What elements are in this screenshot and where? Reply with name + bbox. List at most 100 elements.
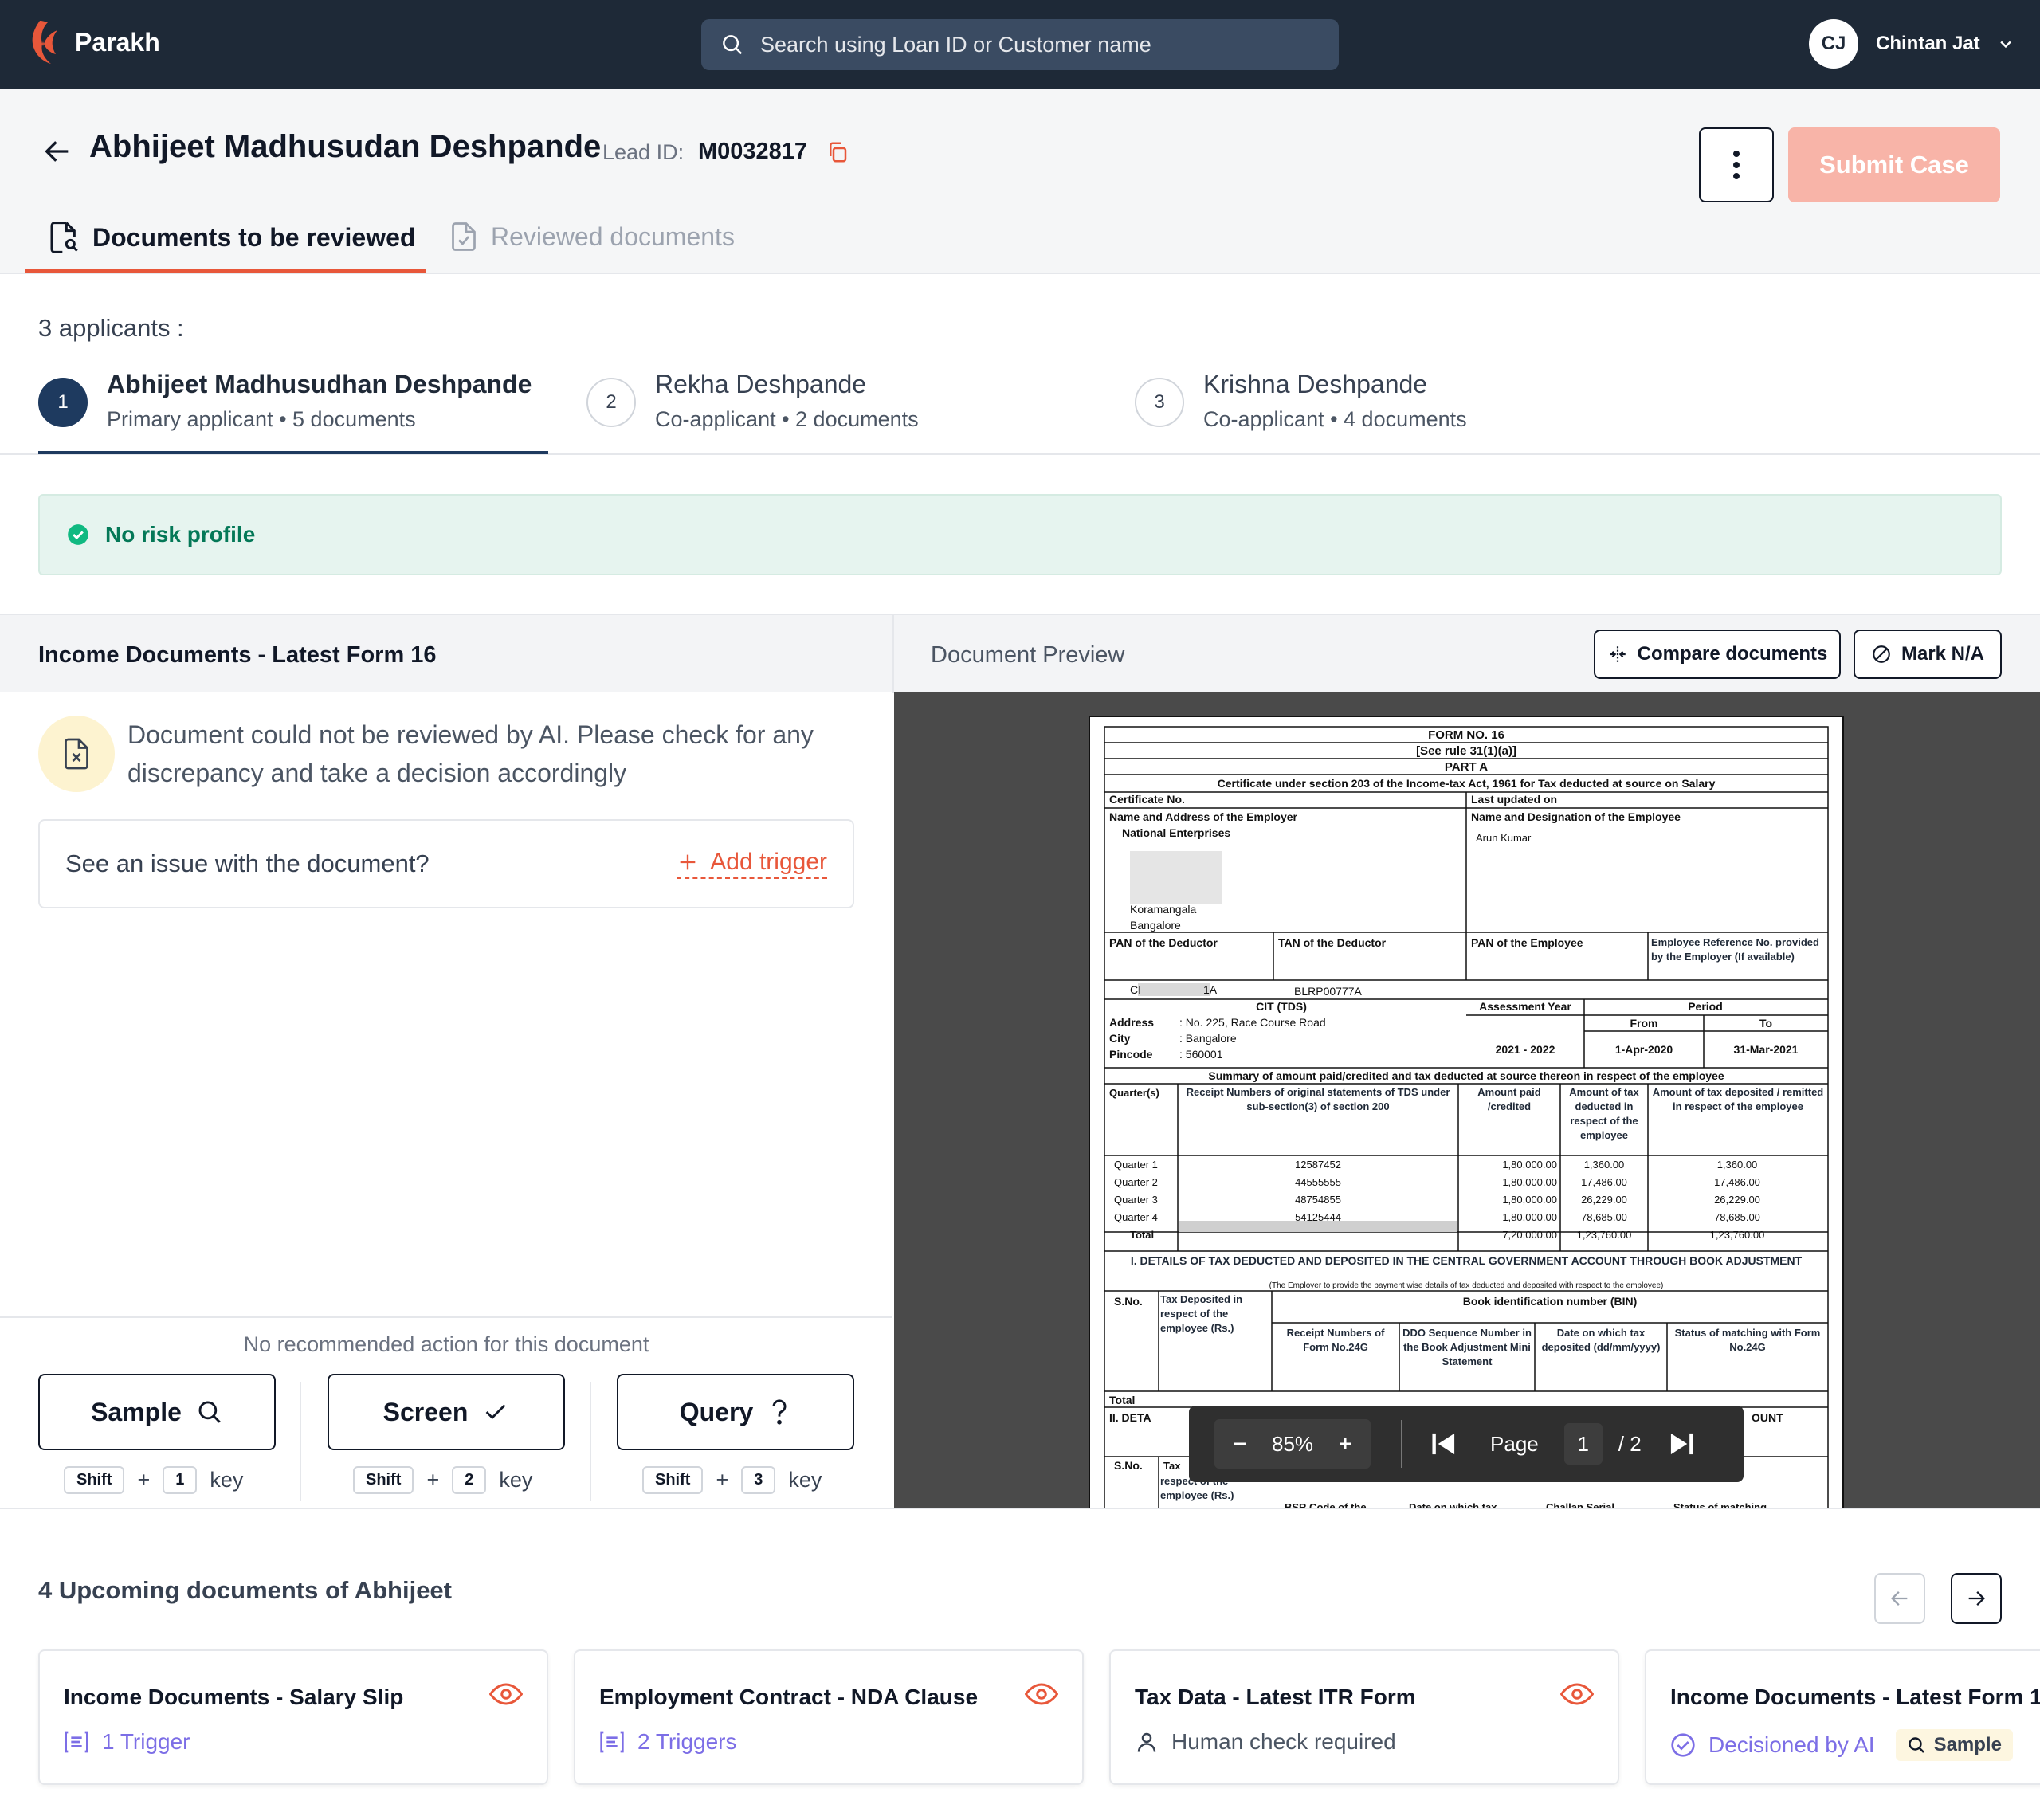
form-certificate-heading: Certificate under section 203 of the Inc… bbox=[1218, 777, 1716, 790]
shortcut-modifier: Shift bbox=[353, 1466, 414, 1494]
shortcut-key-label: key bbox=[499, 1468, 533, 1492]
th-status: Status of matching with Form No.24G bbox=[1674, 1327, 1821, 1353]
page-number-input[interactable]: 1 bbox=[1563, 1423, 1603, 1465]
compare-icon bbox=[1609, 646, 1626, 662]
compare-documents-button[interactable]: Compare documents bbox=[1594, 630, 1841, 679]
applicants-count: 3 applicants : bbox=[38, 314, 184, 342]
no-recommendation-text: No recommended action for this document bbox=[243, 1332, 649, 1356]
upcoming-documents: 4 Upcoming documents of Abhijeet Income … bbox=[0, 1508, 2040, 1820]
first-page-button[interactable] bbox=[1430, 1431, 1458, 1457]
employer-address-line2: Bangalore bbox=[1130, 919, 1181, 932]
search-input[interactable] bbox=[760, 32, 1318, 57]
submit-case-button[interactable]: Submit Case bbox=[1788, 127, 2000, 202]
th-tax-deposited: Tax Deposited in respect of the employee… bbox=[1160, 1293, 1243, 1334]
more-options-button[interactable] bbox=[1699, 127, 1774, 202]
upcoming-card-nda-clause[interactable]: Employment Contract - NDA Clause 2 Trigg… bbox=[574, 1649, 1084, 1785]
document-preview-pane[interactable]: FORM NO. 16 [See rule 31(1)(a)] PART A C… bbox=[894, 692, 2040, 1508]
total-deposited: 1,23,760.00 bbox=[1710, 1229, 1765, 1241]
shortcut-modifier: Shift bbox=[642, 1466, 704, 1494]
back-button[interactable] bbox=[41, 135, 73, 167]
period-from-label: From bbox=[1630, 1017, 1658, 1030]
upcoming-card-itr-form[interactable]: Tax Data - Latest ITR Form Human check r… bbox=[1109, 1649, 1619, 1785]
quarter-label: Quarter 1 bbox=[1114, 1159, 1158, 1171]
view-document-button[interactable] bbox=[1025, 1681, 1058, 1707]
quarter-deposited: 1,360.00 bbox=[1717, 1159, 1758, 1171]
shortcut-key: 1 bbox=[163, 1466, 198, 1494]
quarter-deducted: 17,486.00 bbox=[1581, 1176, 1627, 1188]
tab-reviewed-documents[interactable]: Reviewed documents bbox=[449, 220, 735, 253]
pan-employee-label: PAN of the Employee bbox=[1471, 936, 1583, 949]
document-check-icon bbox=[452, 222, 476, 251]
applicant-tab-2[interactable]: 2 Rekha Deshpande Co-applicant • 2 docum… bbox=[586, 370, 919, 432]
applicant-tab-1[interactable]: 1 Abhijeet Madhusudhan Deshpande Primary… bbox=[38, 370, 532, 432]
applicant-name: Abhijeet Madhusudhan Deshpande bbox=[107, 370, 532, 398]
next-button[interactable] bbox=[1951, 1573, 2002, 1624]
shortcut-key-label: key bbox=[210, 1468, 244, 1492]
assessment-year-value: 2021 - 2022 bbox=[1496, 1043, 1556, 1056]
tab-documents-to-review[interactable]: Documents to be reviewed bbox=[48, 220, 415, 255]
viewer-toolbar: 85% Page 1 / 2 bbox=[1189, 1406, 1744, 1482]
copy-lead-id-button[interactable] bbox=[826, 140, 849, 164]
add-trigger-button[interactable]: Add trigger bbox=[677, 849, 827, 879]
skip-forward-icon bbox=[1670, 1433, 1693, 1455]
certificate-no-label: Certificate No. bbox=[1109, 793, 1185, 806]
user-icon bbox=[1137, 1732, 1156, 1752]
applicant-tab-3[interactable]: 3 Krishna Deshpande Co-applicant • 4 doc… bbox=[1135, 370, 1467, 432]
pan-value-start: CI bbox=[1130, 983, 1141, 996]
divider bbox=[892, 615, 894, 693]
card-title: Employment Contract - NDA Clause bbox=[599, 1685, 979, 1709]
shortcut-plus: + bbox=[137, 1468, 151, 1492]
sample-button[interactable]: Sample bbox=[38, 1374, 276, 1450]
cit-label: CIT (TDS) bbox=[1256, 1000, 1307, 1013]
screen-button[interactable]: Screen bbox=[328, 1374, 565, 1450]
zoom-in-button[interactable] bbox=[1336, 1434, 1355, 1453]
upcoming-card-salary-slip[interactable]: Income Documents - Salary Slip 1 Trigger bbox=[38, 1649, 548, 1785]
last-page-button[interactable] bbox=[1667, 1431, 1696, 1457]
page-total: / 2 bbox=[1618, 1431, 1642, 1456]
form16-page: FORM NO. 16 [See rule 31(1)(a)] PART A C… bbox=[1089, 716, 1844, 1508]
page-label: Page bbox=[1490, 1431, 1539, 1456]
query-shortcut: Shift + 3 key bbox=[642, 1466, 822, 1494]
query-button[interactable]: Query bbox=[617, 1374, 854, 1450]
employer-label: Name and Address of the Employer bbox=[1109, 810, 1298, 823]
ai-warning-badge bbox=[38, 716, 115, 792]
zoom-out-button[interactable] bbox=[1230, 1434, 1250, 1453]
employer-address-line1: Koramangala bbox=[1130, 903, 1196, 916]
quarter-receipt: 12587452 bbox=[1295, 1159, 1341, 1171]
active-tab-indicator bbox=[26, 269, 426, 273]
quarter-deposited: 78,685.00 bbox=[1714, 1211, 1760, 1223]
arrow-left-icon bbox=[1891, 1591, 1908, 1606]
zoom-level: 85% bbox=[1272, 1431, 1314, 1456]
th-tax-2: Tax bbox=[1163, 1460, 1181, 1472]
pan-value-end: 1A bbox=[1203, 983, 1218, 996]
search-bar[interactable] bbox=[701, 19, 1339, 70]
quarter-paid: 1,80,000.00 bbox=[1502, 1159, 1557, 1171]
applicant-index: 2 bbox=[586, 378, 636, 427]
quarter-label: Quarter 3 bbox=[1114, 1194, 1158, 1206]
upcoming-card-form16[interactable]: Income Documents - Latest Form 16 Decisi… bbox=[1645, 1649, 2040, 1785]
user-menu[interactable]: CJ Chintan Jat bbox=[1809, 19, 2014, 69]
quarter-deducted: 1,360.00 bbox=[1584, 1159, 1625, 1171]
lead-id-label: Lead ID: bbox=[602, 140, 685, 164]
tab-label: Documents to be reviewed bbox=[92, 222, 416, 252]
previous-button[interactable] bbox=[1874, 1573, 1925, 1624]
mark-na-button[interactable]: Mark N/A bbox=[1854, 630, 2002, 679]
view-document-button[interactable] bbox=[1560, 1681, 1594, 1707]
total2-label: Total bbox=[1109, 1394, 1135, 1406]
applicant-name: Krishna Deshpande bbox=[1203, 370, 1428, 398]
sample-label: Sample bbox=[91, 1397, 182, 1426]
th-bsr: BSR Code of the bbox=[1285, 1501, 1367, 1508]
eye-icon bbox=[1560, 1683, 1594, 1705]
employee-name: Arun Kumar bbox=[1476, 832, 1532, 844]
brand-logo[interactable]: Parakh bbox=[29, 18, 160, 67]
trigger-label: 1 Trigger bbox=[102, 1729, 190, 1754]
avatar: CJ bbox=[1809, 19, 1858, 69]
applicant-index: 3 bbox=[1135, 378, 1184, 427]
view-document-button[interactable] bbox=[489, 1681, 523, 1707]
list-icon bbox=[65, 1731, 88, 1753]
section2-heading-start: II. DETA bbox=[1109, 1411, 1151, 1424]
quarter-paid: 1,80,000.00 bbox=[1502, 1194, 1557, 1206]
quarter-label: Quarter 4 bbox=[1114, 1211, 1158, 1223]
arrow-right-icon bbox=[1968, 1591, 1985, 1606]
applicant-meta: Co-applicant • 2 documents bbox=[655, 407, 919, 431]
